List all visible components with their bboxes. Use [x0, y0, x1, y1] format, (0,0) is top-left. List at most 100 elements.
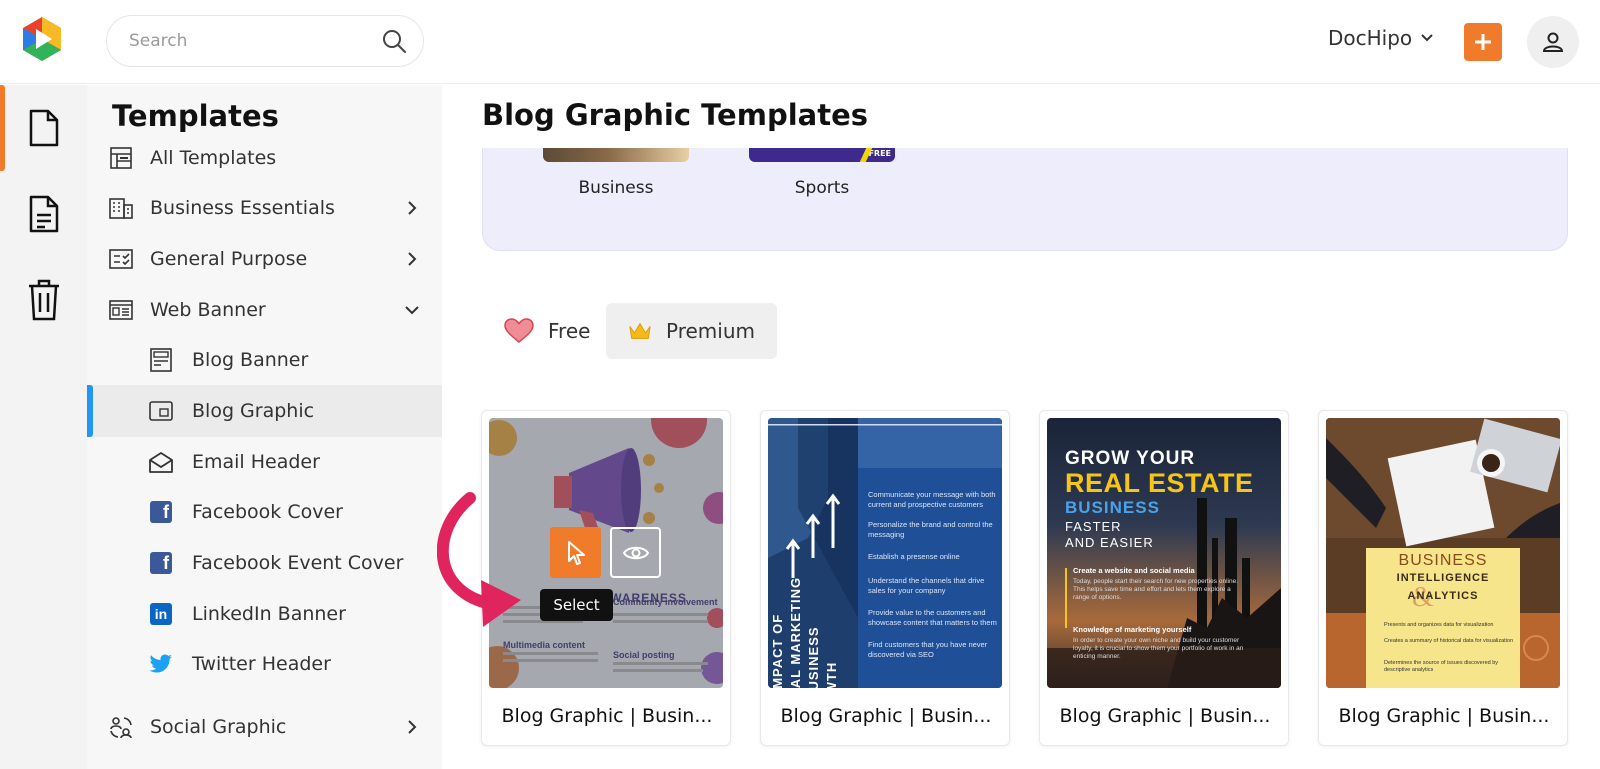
eye-icon: [622, 546, 649, 559]
sidebar-item-business-essentials[interactable]: Business Essentials: [87, 183, 442, 233]
template-card[interactable]: BUSINESS INTELLIGENCE & ANALYTICS Presen…: [1318, 410, 1568, 746]
search-icon[interactable]: [381, 28, 407, 54]
thumbnail-bullet-list: Communicate your message with both curre…: [868, 490, 998, 660]
top-header: DocHipo: [0, 0, 1600, 84]
blog-graphic-icon: [147, 397, 175, 425]
template-title: Blog Graphic | Busin...: [780, 705, 992, 727]
thumbnail-line: ANALYTICS: [1407, 590, 1479, 602]
sidebar-item-email-header[interactable]: Email Header: [87, 437, 442, 487]
sidebar-item-label: Web Banner: [150, 299, 266, 321]
thumbnail-line: REAL ESTATE: [1065, 468, 1254, 498]
chevron-down-icon: [405, 306, 419, 315]
sidebar-item-general-purpose[interactable]: General Purpose: [87, 234, 442, 284]
templates-sidebar: Templates All Templates Business Essenti…: [87, 85, 442, 769]
filter-free[interactable]: Free: [482, 303, 612, 359]
sidebar-item-label: Facebook Event Cover: [192, 552, 404, 574]
category-thumbnail: [543, 148, 689, 162]
annotation-arrow: [437, 492, 521, 627]
add-button[interactable]: [1464, 23, 1502, 61]
search-input[interactable]: [129, 31, 381, 51]
bullet-text: Understand the channels that drive sales…: [868, 576, 985, 595]
category-label: Business: [578, 178, 654, 198]
web-banner-icon: [107, 296, 135, 324]
email-icon: [147, 448, 175, 476]
file-text-icon: [29, 195, 58, 233]
sidebar-item-label: All Templates: [150, 147, 277, 169]
workspace-dropdown[interactable]: DocHipo: [1328, 26, 1434, 50]
thumbnail-vertical-title: THE IMPACT OF DIGITAL MARKETING ON BUSIN…: [770, 576, 839, 688]
facebook-icon: f: [147, 498, 175, 526]
sidebar-item-facebook-cover[interactable]: f Facebook Cover: [87, 487, 442, 537]
rail-documents[interactable]: [0, 171, 87, 257]
category-label: Sports: [794, 178, 850, 198]
rail-trash[interactable]: [0, 257, 87, 343]
category-thumbnail: FREE: [749, 148, 895, 162]
thumbnail-subheading: Knowledge of marketing yourself: [1073, 625, 1192, 634]
category-sports[interactable]: FREE Sports: [747, 148, 897, 198]
template-thumbnail[interactable]: THE IMPACT OF DIGITAL MARKETING ON BUSIN…: [768, 418, 1002, 688]
category-thumb-badge: FREE: [868, 149, 891, 158]
building-icon: [107, 194, 135, 222]
sidebar-item-blog-banner[interactable]: Blog Banner: [87, 335, 442, 385]
page-title: Blog Graphic Templates: [482, 98, 869, 132]
thumbnail-body: Presents and organizes data for visualiz…: [1384, 622, 1494, 628]
thumbnail-body: Determines the source of issues discover…: [1384, 660, 1499, 673]
chevron-right-icon: [408, 252, 417, 266]
thumbnail-line: FASTER: [1065, 519, 1122, 534]
chevron-down-icon: [1421, 34, 1433, 42]
thumbnail-body: Creates a summary of historical data for…: [1384, 638, 1513, 644]
plus-icon: [1475, 34, 1491, 50]
category-carousel: Business FREE Sports: [482, 148, 1568, 251]
workspace-name: DocHipo: [1328, 26, 1413, 50]
social-graphic-icon: [107, 713, 135, 741]
select-button[interactable]: [550, 527, 601, 578]
sidebar-item-facebook-event-cover[interactable]: f Facebook Event Cover: [87, 538, 442, 588]
template-thumbnail[interactable]: GROW YOUR REAL ESTATE BUSINESS FASTER AN…: [1047, 418, 1281, 688]
thumbnail-line: INTELLIGENCE: [1396, 572, 1490, 584]
twitter-icon: [147, 650, 175, 678]
search-box[interactable]: [106, 15, 424, 67]
cursor-icon: [567, 540, 585, 565]
template-thumbnail[interactable]: BUSINESS INTELLIGENCE & ANALYTICS Presen…: [1326, 418, 1560, 688]
filter-label: Free: [548, 319, 591, 343]
user-icon: [1542, 32, 1564, 52]
blog-banner-icon: [147, 346, 175, 374]
bullet-text: Establish a presense online: [868, 552, 960, 561]
thumbnail-line: GROW YOUR: [1065, 448, 1196, 469]
sidebar-item-label: Blog Banner: [192, 349, 309, 371]
filter-premium[interactable]: Premium: [606, 303, 777, 359]
bullet-text: Provide value to the customers and showc…: [868, 608, 997, 627]
checklist-icon: [107, 245, 135, 273]
linkedin-icon: in: [147, 600, 175, 628]
heart-icon: [504, 318, 534, 343]
sidebar-item-label: General Purpose: [150, 248, 308, 270]
select-tooltip: Select: [540, 589, 613, 621]
thumbnail-subheading: Create a website and social media: [1073, 566, 1195, 575]
template-card[interactable]: GROW YOUR REAL ESTATE BUSINESS FASTER AN…: [1039, 410, 1289, 746]
avatar[interactable]: [1527, 16, 1579, 68]
sidebar-item-label: Social Graphic: [150, 716, 287, 738]
dochipo-logo[interactable]: [19, 15, 65, 61]
facebook-icon: f: [147, 549, 175, 577]
sidebar-item-blog-graphic[interactable]: Blog Graphic: [87, 385, 442, 437]
thumbnail-line: BUSINESS: [1065, 498, 1160, 517]
chevron-right-icon: [408, 201, 417, 215]
template-card[interactable]: THE IMPACT OF DIGITAL MARKETING ON BUSIN…: [760, 410, 1010, 746]
sidebar-item-twitter-header[interactable]: Twitter Header: [87, 639, 442, 689]
sidebar-item-linkedin-banner[interactable]: in LinkedIn Banner: [87, 589, 442, 639]
document-icon: [29, 109, 58, 147]
sidebar-item-web-banner[interactable]: Web Banner: [87, 285, 442, 335]
rail-templates[interactable]: [0, 85, 87, 171]
layout-icon: [107, 144, 135, 172]
sidebar-item-social-graphic[interactable]: Social Graphic: [87, 702, 442, 752]
category-business[interactable]: Business: [541, 148, 691, 198]
preview-button[interactable]: [610, 527, 661, 578]
sidebar-item-label: Blog Graphic: [192, 400, 315, 422]
bullet-text: Find customers that you have never disco…: [868, 640, 988, 659]
sidebar-item-all-templates[interactable]: All Templates: [87, 133, 442, 183]
sidebar-title: Templates: [112, 99, 279, 133]
left-rail: [0, 85, 87, 769]
thumbnail-body: Today, people start their search for new…: [1073, 578, 1238, 601]
template-title: Blog Graphic | Busin...: [1059, 705, 1271, 727]
sidebar-item-label: Email Header: [192, 451, 320, 473]
